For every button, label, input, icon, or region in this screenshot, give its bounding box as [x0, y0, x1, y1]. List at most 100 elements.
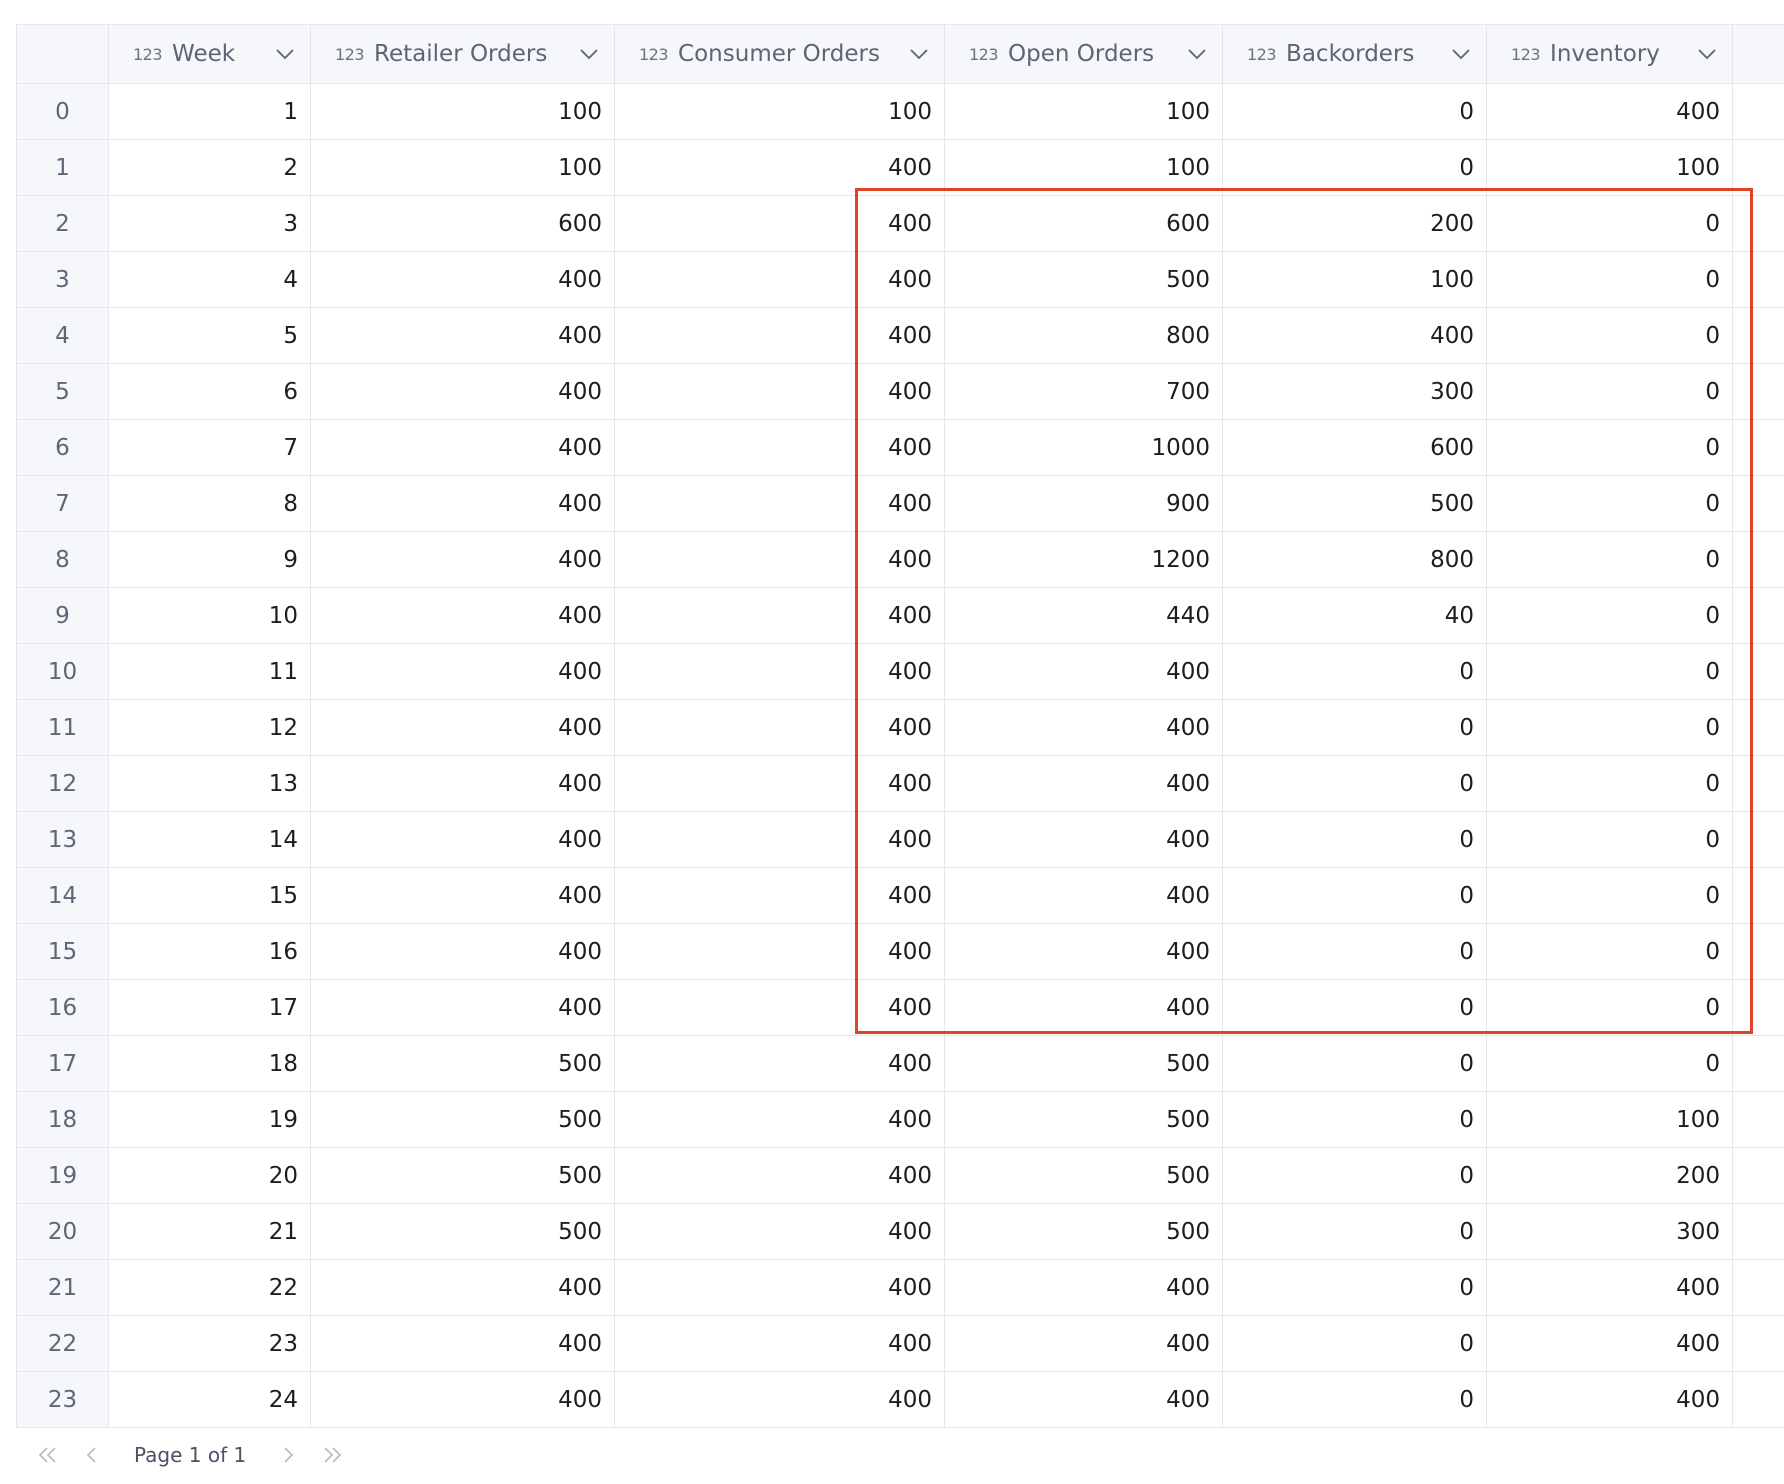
cell-week[interactable]: 15 — [108, 867, 311, 924]
cell-retailer-orders[interactable]: 400 — [310, 1315, 615, 1372]
cell-backorders[interactable]: 0 — [1222, 867, 1487, 924]
cell-consumer-orders[interactable]: 400 — [614, 307, 945, 364]
column-header-retailer-orders[interactable]: 123 Retailer Orders — [310, 24, 615, 84]
cell-backorders[interactable]: 0 — [1222, 643, 1487, 700]
cell-week[interactable]: 22 — [108, 1259, 311, 1316]
cell-open-orders[interactable]: 400 — [944, 1315, 1223, 1372]
cell-consumer-orders[interactable]: 400 — [614, 1315, 945, 1372]
cell-week[interactable]: 12 — [108, 699, 311, 756]
cell-retailer-orders[interactable]: 400 — [310, 755, 615, 812]
cell-retailer-orders[interactable]: 500 — [310, 1091, 615, 1148]
cell-inventory[interactable]: 0 — [1486, 251, 1733, 308]
cell-consumer-orders[interactable]: 100 — [614, 83, 945, 140]
cell-week[interactable]: 18 — [108, 1035, 311, 1092]
cell-open-orders[interactable]: 400 — [944, 923, 1223, 980]
next-page-icon[interactable] — [274, 1441, 302, 1469]
cell-week[interactable]: 20 — [108, 1147, 311, 1204]
cell-open-orders[interactable]: 100 — [944, 83, 1223, 140]
cell-backorders[interactable]: 0 — [1222, 811, 1487, 868]
cell-consumer-orders[interactable]: 400 — [614, 643, 945, 700]
cell-inventory[interactable]: 0 — [1486, 755, 1733, 812]
cell-open-orders[interactable]: 400 — [944, 1259, 1223, 1316]
cell-consumer-orders[interactable]: 400 — [614, 755, 945, 812]
cell-consumer-orders[interactable]: 400 — [614, 923, 945, 980]
cell-open-orders[interactable]: 900 — [944, 475, 1223, 532]
cell-retailer-orders[interactable]: 400 — [310, 587, 615, 644]
cell-open-orders[interactable]: 400 — [944, 811, 1223, 868]
cell-inventory[interactable]: 0 — [1486, 867, 1733, 924]
cell-consumer-orders[interactable]: 400 — [614, 699, 945, 756]
cell-open-orders[interactable]: 1200 — [944, 531, 1223, 588]
cell-week[interactable]: 24 — [108, 1371, 311, 1428]
cell-backorders[interactable]: 0 — [1222, 1315, 1487, 1372]
cell-backorders[interactable]: 40 — [1222, 587, 1487, 644]
cell-inventory[interactable]: 0 — [1486, 587, 1733, 644]
cell-week[interactable]: 4 — [108, 251, 311, 308]
cell-open-orders[interactable]: 100 — [944, 139, 1223, 196]
cell-open-orders[interactable]: 400 — [944, 699, 1223, 756]
column-header-week[interactable]: 123 Week — [108, 24, 311, 84]
first-page-icon[interactable] — [34, 1441, 62, 1469]
cell-inventory[interactable]: 0 — [1486, 475, 1733, 532]
cell-backorders[interactable]: 100 — [1222, 251, 1487, 308]
cell-week[interactable]: 2 — [108, 139, 311, 196]
cell-retailer-orders[interactable]: 400 — [310, 1371, 615, 1428]
cell-retailer-orders[interactable]: 500 — [310, 1147, 615, 1204]
cell-consumer-orders[interactable]: 400 — [614, 1147, 945, 1204]
cell-consumer-orders[interactable]: 400 — [614, 979, 945, 1036]
cell-inventory[interactable]: 0 — [1486, 195, 1733, 252]
last-page-icon[interactable] — [318, 1441, 346, 1469]
cell-inventory[interactable]: 400 — [1486, 1371, 1733, 1428]
cell-week[interactable]: 21 — [108, 1203, 311, 1260]
cell-consumer-orders[interactable]: 400 — [614, 1203, 945, 1260]
cell-retailer-orders[interactable]: 100 — [310, 139, 615, 196]
cell-week[interactable]: 6 — [108, 363, 311, 420]
cell-open-orders[interactable]: 500 — [944, 1147, 1223, 1204]
cell-consumer-orders[interactable]: 400 — [614, 587, 945, 644]
cell-open-orders[interactable]: 400 — [944, 643, 1223, 700]
column-header-open-orders[interactable]: 123 Open Orders — [944, 24, 1223, 84]
cell-retailer-orders[interactable]: 400 — [310, 979, 615, 1036]
cell-backorders[interactable]: 0 — [1222, 755, 1487, 812]
cell-consumer-orders[interactable]: 400 — [614, 475, 945, 532]
cell-consumer-orders[interactable]: 400 — [614, 531, 945, 588]
cell-open-orders[interactable]: 400 — [944, 755, 1223, 812]
cell-open-orders[interactable]: 500 — [944, 251, 1223, 308]
cell-open-orders[interactable]: 600 — [944, 195, 1223, 252]
cell-inventory[interactable]: 0 — [1486, 307, 1733, 364]
chevron-down-icon[interactable] — [578, 43, 600, 65]
cell-retailer-orders[interactable]: 400 — [310, 643, 615, 700]
cell-inventory[interactable]: 0 — [1486, 419, 1733, 476]
cell-consumer-orders[interactable]: 400 — [614, 363, 945, 420]
cell-consumer-orders[interactable]: 400 — [614, 419, 945, 476]
chevron-down-icon[interactable] — [1186, 43, 1208, 65]
cell-inventory[interactable]: 0 — [1486, 811, 1733, 868]
column-header-inventory[interactable]: 123 Inventory — [1486, 24, 1733, 84]
cell-backorders[interactable]: 0 — [1222, 979, 1487, 1036]
cell-open-orders[interactable]: 800 — [944, 307, 1223, 364]
cell-week[interactable]: 10 — [108, 587, 311, 644]
cell-week[interactable]: 19 — [108, 1091, 311, 1148]
cell-inventory[interactable]: 400 — [1486, 1259, 1733, 1316]
cell-backorders[interactable]: 400 — [1222, 307, 1487, 364]
cell-backorders[interactable]: 0 — [1222, 139, 1487, 196]
cell-backorders[interactable]: 0 — [1222, 699, 1487, 756]
cell-retailer-orders[interactable]: 600 — [310, 195, 615, 252]
cell-retailer-orders[interactable]: 400 — [310, 1259, 615, 1316]
cell-week[interactable]: 17 — [108, 979, 311, 1036]
cell-retailer-orders[interactable]: 400 — [310, 867, 615, 924]
cell-backorders[interactable]: 0 — [1222, 1091, 1487, 1148]
cell-retailer-orders[interactable]: 500 — [310, 1035, 615, 1092]
cell-open-orders[interactable]: 500 — [944, 1035, 1223, 1092]
cell-inventory[interactable]: 0 — [1486, 923, 1733, 980]
cell-open-orders[interactable]: 1000 — [944, 419, 1223, 476]
cell-week[interactable]: 1 — [108, 83, 311, 140]
cell-consumer-orders[interactable]: 400 — [614, 139, 945, 196]
cell-consumer-orders[interactable]: 400 — [614, 867, 945, 924]
chevron-down-icon[interactable] — [1696, 43, 1718, 65]
cell-consumer-orders[interactable]: 400 — [614, 1259, 945, 1316]
cell-backorders[interactable]: 0 — [1222, 1259, 1487, 1316]
cell-backorders[interactable]: 0 — [1222, 83, 1487, 140]
cell-retailer-orders[interactable]: 400 — [310, 251, 615, 308]
cell-week[interactable]: 9 — [108, 531, 311, 588]
